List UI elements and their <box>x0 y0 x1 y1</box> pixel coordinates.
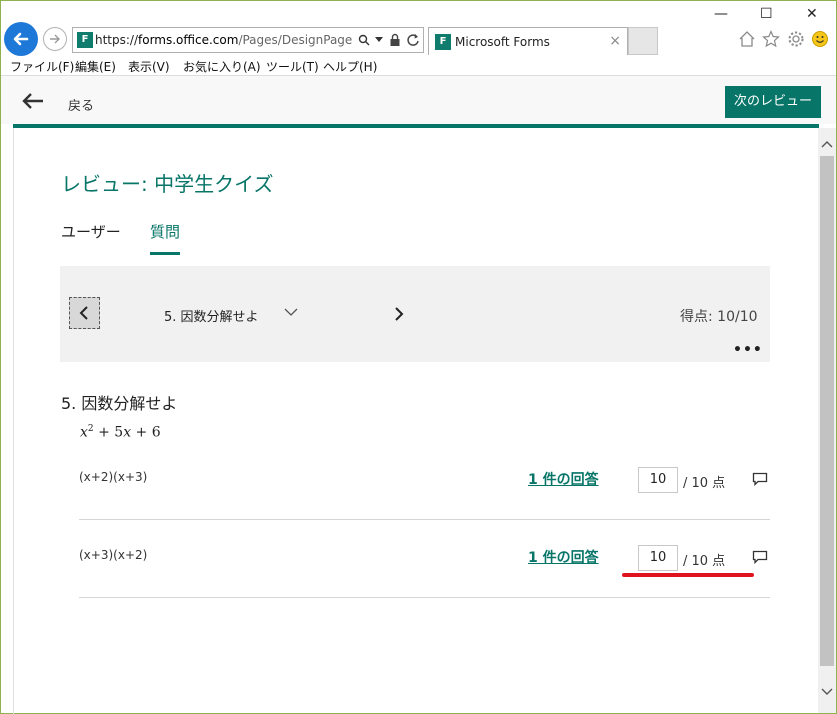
menu-tools[interactable]: ツール(T) <box>266 58 319 75</box>
review-title: レビュー: 中学生クイズ <box>61 172 274 196</box>
score-label: 得点: 10/10 <box>680 309 758 325</box>
previous-question-button[interactable] <box>69 297 100 329</box>
forms-favicon-icon: F <box>77 32 93 48</box>
tab-close-icon[interactable]: × <box>609 33 621 49</box>
active-tab-indicator <box>150 252 180 255</box>
tab-users[interactable]: ユーザー <box>61 221 121 242</box>
responses-link[interactable]: 1 件の回答 <box>528 469 599 489</box>
points-input[interactable]: 10 <box>638 545 678 571</box>
menu-view[interactable]: 表示(V) <box>128 58 170 75</box>
forms-favicon-icon: F <box>435 34 451 50</box>
responses-link[interactable]: 1 件の回答 <box>528 547 599 567</box>
answer-row: (x+2)(x+3) 1 件の回答 10 / 10 点 <box>79 442 770 520</box>
menu-file[interactable]: ファイル(F) <box>10 58 74 75</box>
comment-icon[interactable] <box>752 550 768 564</box>
browser-back-button[interactable] <box>4 22 38 56</box>
arrow-right-icon <box>50 34 60 44</box>
points-total: / 10 点 <box>683 476 726 491</box>
content-border <box>13 128 14 714</box>
refresh-icon[interactable] <box>406 33 420 47</box>
lock-icon[interactable] <box>389 33 401 47</box>
url-text[interactable]: https://forms.office.com/Pages/DesignPag… <box>95 33 353 47</box>
menu-edit[interactable]: 編集(E) <box>75 58 116 75</box>
star-icon[interactable] <box>762 30 780 48</box>
chevron-down-icon[interactable] <box>284 308 298 317</box>
next-review-button[interactable]: 次のレビュー <box>725 86 821 118</box>
arrow-left-icon <box>13 32 29 46</box>
maximize-button[interactable]: ☐ <box>760 6 773 22</box>
browser-forward-button[interactable] <box>43 27 67 51</box>
points-total: / 10 点 <box>683 554 726 569</box>
points-input[interactable]: 10 <box>638 467 678 493</box>
search-icon[interactable] <box>358 34 370 46</box>
question-selector[interactable]: 5. 因数分解せよ <box>164 306 259 325</box>
new-tab-button[interactable] <box>628 27 658 55</box>
scrollbar-thumb[interactable] <box>820 156 834 666</box>
back-arrow-icon[interactable] <box>21 92 45 110</box>
tab-questions[interactable]: 質問 <box>150 221 180 242</box>
scroll-down-icon[interactable] <box>821 688 833 696</box>
close-window-button[interactable]: ✕ <box>806 6 818 22</box>
smiley-icon[interactable] <box>811 30 829 48</box>
browser-tab[interactable]: F Microsoft Forms × <box>428 27 628 55</box>
question-navigator: 5. 因数分解せよ 得点: 10/10 ••• <box>60 266 770 362</box>
question-formula: x2 + 5x + 6 <box>80 424 161 441</box>
home-icon[interactable] <box>738 30 756 48</box>
page-header: 戻る 次のレビュー <box>1 76 836 124</box>
menu-favorites[interactable]: お気に入り(A) <box>183 58 261 75</box>
chevron-right-icon[interactable] <box>394 307 404 321</box>
highlight-underline-mark <box>622 573 754 577</box>
minimize-button[interactable]: — <box>714 6 728 22</box>
menu-bar: ファイル(F) 編集(E) 表示(V) お気に入り(A) ツール(T) ヘルプ(… <box>1 56 836 76</box>
scroll-up-icon[interactable] <box>821 140 833 148</box>
answer-row: (x+3)(x+2) 1 件の回答 10 / 10 点 <box>79 520 770 598</box>
answer-text: (x+3)(x+2) <box>79 548 148 562</box>
question-heading: 5. 因数分解せよ <box>61 394 178 413</box>
chevron-left-icon <box>79 306 88 320</box>
header-accent-line <box>13 124 819 128</box>
gear-icon[interactable] <box>787 30 805 48</box>
menu-help[interactable]: ヘルプ(H) <box>323 58 377 75</box>
more-options-icon[interactable]: ••• <box>733 342 763 358</box>
tab-title: Microsoft Forms <box>455 35 550 49</box>
comment-icon[interactable] <box>752 472 768 486</box>
back-label[interactable]: 戻る <box>68 95 94 114</box>
dropdown-icon[interactable] <box>375 37 383 43</box>
address-bar[interactable]: F https://forms.office.com/Pages/DesignP… <box>72 27 424 53</box>
answer-text: (x+2)(x+3) <box>79 470 148 484</box>
